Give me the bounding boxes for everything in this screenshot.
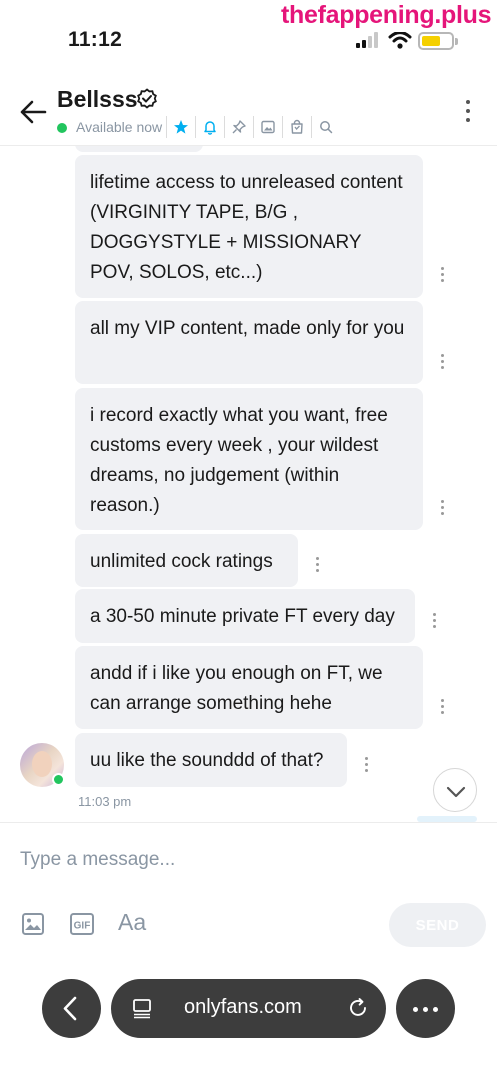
message-options-icon[interactable] bbox=[313, 557, 323, 575]
message-composer: GIF Aa SEND bbox=[0, 822, 497, 972]
message-text: a 30-50 minute private FT every day bbox=[90, 606, 395, 627]
message-list[interactable]: lifetime access to unreleased content (V… bbox=[0, 146, 497, 822]
message-options-icon[interactable] bbox=[438, 500, 448, 518]
chevron-left-icon bbox=[63, 996, 77, 1021]
notification-bell-icon[interactable] bbox=[195, 116, 224, 138]
watermark: thefappening.plus bbox=[281, 0, 497, 32]
verified-badge-icon bbox=[137, 88, 157, 109]
reload-icon[interactable] bbox=[347, 997, 369, 1019]
attach-image-icon[interactable] bbox=[20, 911, 46, 937]
tabs-list-icon[interactable] bbox=[131, 997, 153, 1019]
message-timestamp: 11:03 pm bbox=[78, 794, 132, 809]
text-format-button[interactable]: Aa bbox=[118, 909, 146, 935]
message-bubble[interactable]: andd if i like you enough on FT, we can … bbox=[75, 646, 423, 729]
browser-url: onlyfans.com bbox=[184, 996, 302, 1018]
message-text: andd if i like you enough on FT, we can … bbox=[90, 663, 383, 714]
message-bubble[interactable]: i record exactly what you want, free cus… bbox=[75, 388, 423, 530]
message-bubble[interactable]: all my VIP content, made only for you bbox=[75, 301, 423, 384]
message-bubble[interactable]: lifetime access to unreleased content (V… bbox=[75, 155, 423, 298]
favorite-star-icon[interactable] bbox=[166, 116, 195, 138]
pin-icon[interactable] bbox=[224, 116, 253, 138]
svg-text:GIF: GIF bbox=[74, 921, 91, 932]
online-status-dot bbox=[57, 123, 67, 133]
availability-status: Available now bbox=[76, 119, 163, 135]
message-text: i record exactly what you want, free cus… bbox=[90, 405, 388, 516]
more-options-icon[interactable] bbox=[458, 98, 478, 124]
chat-user-name[interactable]: Bellsss bbox=[57, 86, 138, 113]
chevron-down-icon bbox=[446, 786, 466, 798]
scroll-to-bottom-button[interactable] bbox=[433, 768, 477, 812]
message-options-icon[interactable] bbox=[430, 613, 440, 631]
header-actions bbox=[166, 116, 340, 138]
shopping-bag-icon[interactable] bbox=[282, 116, 311, 138]
battery-icon bbox=[418, 32, 458, 50]
message-bubble[interactable]: a 30-50 minute private FT every day bbox=[75, 589, 415, 643]
send-button[interactable]: SEND bbox=[389, 903, 486, 947]
message-options-icon[interactable] bbox=[438, 267, 448, 285]
back-arrow-icon[interactable] bbox=[18, 98, 48, 126]
gif-icon[interactable]: GIF bbox=[69, 911, 97, 937]
message-options-icon[interactable] bbox=[438, 354, 448, 372]
cellular-signal-icon bbox=[356, 32, 382, 48]
message-options-icon[interactable] bbox=[438, 699, 448, 717]
avatar-online-dot bbox=[52, 773, 65, 786]
message-text: all my VIP content, made only for you bbox=[90, 318, 405, 339]
gallery-image-icon[interactable] bbox=[253, 116, 282, 138]
wifi-icon bbox=[388, 31, 412, 49]
search-icon[interactable] bbox=[311, 116, 340, 138]
chat-header: Bellsss Available now bbox=[0, 80, 497, 146]
message-options-icon[interactable] bbox=[362, 757, 372, 775]
message-text: uu like the sounddd of that? bbox=[90, 750, 324, 771]
browser-more-button[interactable] bbox=[396, 979, 455, 1038]
message-text: lifetime access to unreleased content (V… bbox=[90, 172, 403, 283]
status-time: 11:12 bbox=[68, 28, 123, 51]
browser-address-bar[interactable]: onlyfans.com bbox=[111, 979, 386, 1038]
message-bubble[interactable]: unlimited cock ratings bbox=[75, 534, 298, 587]
message-bubble-partial bbox=[75, 146, 203, 152]
message-text: unlimited cock ratings bbox=[90, 551, 273, 572]
message-bubble[interactable]: uu like the sounddd of that? bbox=[75, 733, 347, 787]
message-input[interactable] bbox=[20, 845, 420, 875]
browser-back-button[interactable] bbox=[42, 979, 101, 1038]
